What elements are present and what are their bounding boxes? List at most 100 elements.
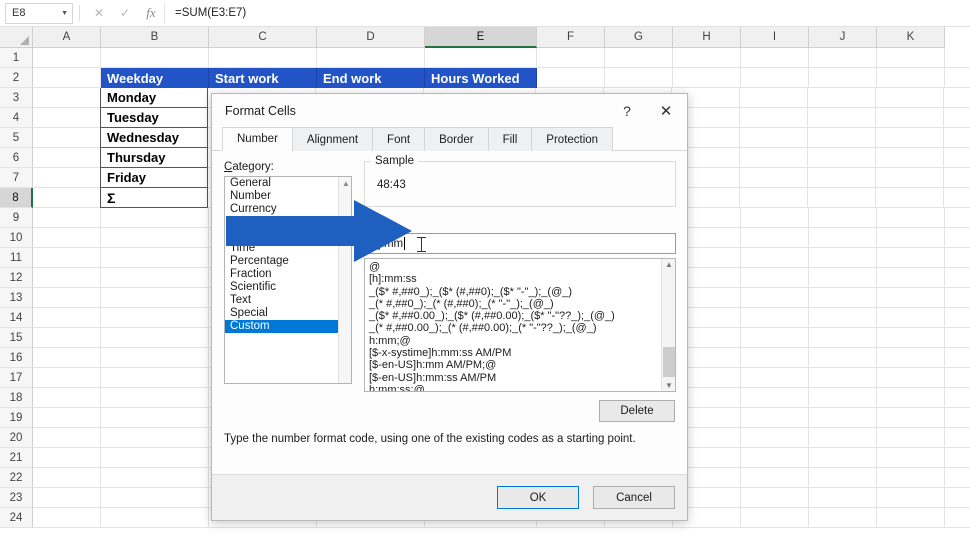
cell-J9[interactable] [809, 208, 877, 228]
cell-K18[interactable] [877, 388, 945, 408]
cell-K4[interactable] [876, 108, 944, 128]
cell-H1[interactable] [673, 48, 741, 68]
type-list-item[interactable]: [h]:mm:ss [365, 273, 661, 285]
cell-J19[interactable] [809, 408, 877, 428]
cell-C2[interactable]: Start work [209, 68, 317, 88]
type-list-item[interactable]: [$-x-systime]h:mm:ss AM/PM [365, 347, 661, 359]
chevron-down-icon[interactable]: ▼ [665, 381, 673, 390]
cell-J16[interactable] [809, 348, 877, 368]
cell-J15[interactable] [809, 328, 877, 348]
cell-I10[interactable] [741, 228, 809, 248]
cell-A13[interactable] [33, 288, 101, 308]
cell-J10[interactable] [809, 228, 877, 248]
cell-A1[interactable] [33, 48, 101, 68]
cell-J12[interactable] [809, 268, 877, 288]
cell-J6[interactable] [808, 148, 876, 168]
cell-D2[interactable]: End work [317, 68, 425, 88]
scrollbar-thumb[interactable] [663, 347, 675, 377]
column-header-h[interactable]: H [673, 27, 741, 48]
cell-A7[interactable] [33, 168, 101, 188]
row-header-16[interactable]: 16 [0, 348, 33, 368]
column-header-a[interactable]: A [33, 27, 101, 48]
cell-K11[interactable] [877, 248, 945, 268]
cell-J24[interactable] [809, 508, 877, 528]
cell-J23[interactable] [809, 488, 877, 508]
cell-B18[interactable] [101, 388, 209, 408]
cell-K22[interactable] [877, 468, 945, 488]
cell-B5[interactable]: Wednesday [100, 128, 208, 148]
cell-J14[interactable] [809, 308, 877, 328]
cell-B22[interactable] [101, 468, 209, 488]
cell-I9[interactable] [741, 208, 809, 228]
ok-button[interactable]: OK [497, 486, 579, 509]
row-header-3[interactable]: 3 [0, 88, 33, 108]
type-list-item[interactable]: h:mm:ss;@ [365, 384, 661, 392]
cell-B16[interactable] [101, 348, 209, 368]
row-header-6[interactable]: 6 [0, 148, 33, 168]
cell-A6[interactable] [33, 148, 101, 168]
row-header-18[interactable]: 18 [0, 388, 33, 408]
cell-K7[interactable] [876, 168, 944, 188]
cell-B1[interactable] [101, 48, 209, 68]
cell-K3[interactable] [876, 88, 944, 108]
cell-A10[interactable] [33, 228, 101, 248]
cell-J7[interactable] [808, 168, 876, 188]
cell-A5[interactable] [33, 128, 101, 148]
cell-B23[interactable] [101, 488, 209, 508]
cell-J4[interactable] [808, 108, 876, 128]
cell-I14[interactable] [741, 308, 809, 328]
cell-I13[interactable] [741, 288, 809, 308]
cell-K19[interactable] [877, 408, 945, 428]
cell-B19[interactable] [101, 408, 209, 428]
cell-I19[interactable] [741, 408, 809, 428]
cell-I22[interactable] [741, 468, 809, 488]
column-header-b[interactable]: B [101, 27, 209, 48]
cell-I18[interactable] [741, 388, 809, 408]
cell-I16[interactable] [741, 348, 809, 368]
cell-B11[interactable] [101, 248, 209, 268]
type-list-item[interactable]: [$-en-US]h:mm:ss AM/PM [365, 372, 661, 384]
row-header-14[interactable]: 14 [0, 308, 33, 328]
cell-J3[interactable] [808, 88, 876, 108]
cell-A4[interactable] [33, 108, 101, 128]
row-header-5[interactable]: 5 [0, 128, 33, 148]
cell-A14[interactable] [33, 308, 101, 328]
cell-J13[interactable] [809, 288, 877, 308]
row-header-12[interactable]: 12 [0, 268, 33, 288]
row-header-9[interactable]: 9 [0, 208, 33, 228]
column-header-g[interactable]: G [605, 27, 673, 48]
type-list-item[interactable]: h:mm;@ [365, 335, 661, 347]
cell-I8[interactable] [740, 188, 808, 208]
cell-A11[interactable] [33, 248, 101, 268]
row-header-11[interactable]: 11 [0, 248, 33, 268]
cell-C1[interactable] [209, 48, 317, 68]
cell-A18[interactable] [33, 388, 101, 408]
cell-J22[interactable] [809, 468, 877, 488]
column-header-c[interactable]: C [209, 27, 317, 48]
tab-alignment[interactable]: Alignment [292, 127, 373, 151]
tab-fill[interactable]: Fill [488, 127, 533, 151]
cell-I1[interactable] [741, 48, 809, 68]
help-icon[interactable]: ? [609, 94, 645, 127]
row-header-19[interactable]: 19 [0, 408, 33, 428]
cell-F1[interactable] [537, 48, 605, 68]
cell-I7[interactable] [740, 168, 808, 188]
cell-J2[interactable] [809, 68, 877, 88]
cell-J17[interactable] [809, 368, 877, 388]
row-header-13[interactable]: 13 [0, 288, 33, 308]
row-header-2[interactable]: 2 [0, 68, 33, 88]
row-header-22[interactable]: 22 [0, 468, 33, 488]
row-header-23[interactable]: 23 [0, 488, 33, 508]
category-item-scientific[interactable]: Scientific [225, 281, 338, 294]
tab-number[interactable]: Number [222, 127, 293, 151]
type-list-item[interactable]: _(* #,##0.00_);_(* (#,##0.00);_(* "-"??_… [365, 322, 661, 334]
category-item-general[interactable]: General [225, 177, 338, 190]
chevron-down-icon[interactable]: ▼ [61, 10, 68, 17]
cell-J11[interactable] [809, 248, 877, 268]
cell-E1[interactable] [425, 48, 537, 68]
select-all-corner[interactable] [0, 27, 33, 48]
cell-B12[interactable] [101, 268, 209, 288]
cell-B3[interactable]: Monday [100, 88, 208, 108]
row-header-17[interactable]: 17 [0, 368, 33, 388]
cell-K15[interactable] [877, 328, 945, 348]
